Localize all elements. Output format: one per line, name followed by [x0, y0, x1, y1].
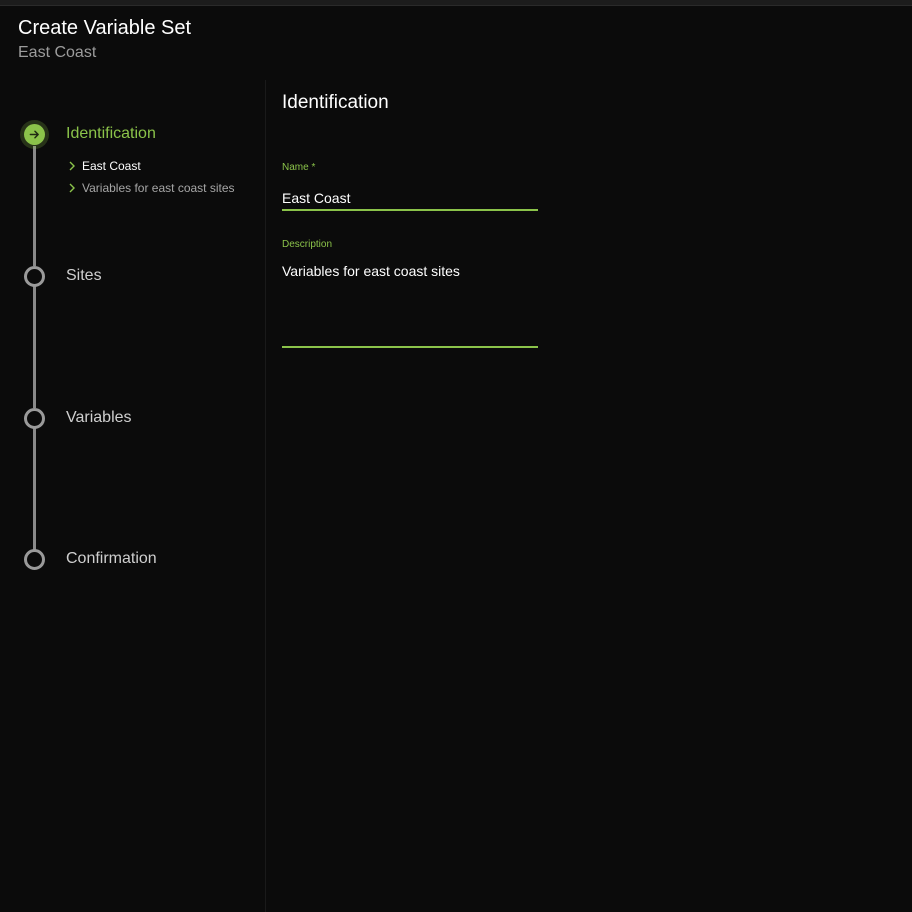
step-identification-label[interactable]: Identification: [66, 125, 156, 143]
name-input[interactable]: [282, 186, 538, 211]
summary-item-name: East Coast: [68, 159, 141, 173]
page-subtitle: East Coast: [18, 44, 97, 61]
stepper-rail: [33, 286, 36, 408]
summary-item-description: Variables for east coast sites: [68, 181, 235, 195]
chevron-right-icon: [69, 161, 75, 171]
stepper-rail: [33, 146, 36, 266]
step-variables-label[interactable]: Variables: [66, 409, 132, 427]
stepper: Identification East Coast Variables for …: [0, 80, 266, 912]
step-confirmation-label[interactable]: Confirmation: [66, 550, 157, 568]
description-field-label: Description: [282, 239, 333, 250]
chevron-right-icon: [69, 183, 75, 193]
section-title: Identification: [282, 92, 389, 113]
page-title: Create Variable Set: [18, 17, 192, 39]
stepper-rail: [33, 428, 36, 550]
page-header: Create Variable Set East Coast: [18, 16, 191, 63]
description-textarea[interactable]: Variables for east coast sites: [282, 263, 538, 348]
arrow-right-icon: [29, 130, 39, 139]
summary-item-label: Variables for east coast sites: [82, 181, 235, 195]
window-top-bar: [0, 0, 912, 6]
step-sites-indicator[interactable]: [24, 266, 45, 287]
summary-item-label: East Coast: [82, 159, 141, 173]
name-field-label: Name *: [282, 162, 316, 173]
step-confirmation-indicator[interactable]: [24, 549, 45, 570]
step-variables-indicator[interactable]: [24, 408, 45, 429]
step-identification-indicator[interactable]: [24, 124, 45, 145]
step-sites-label[interactable]: Sites: [66, 267, 102, 285]
